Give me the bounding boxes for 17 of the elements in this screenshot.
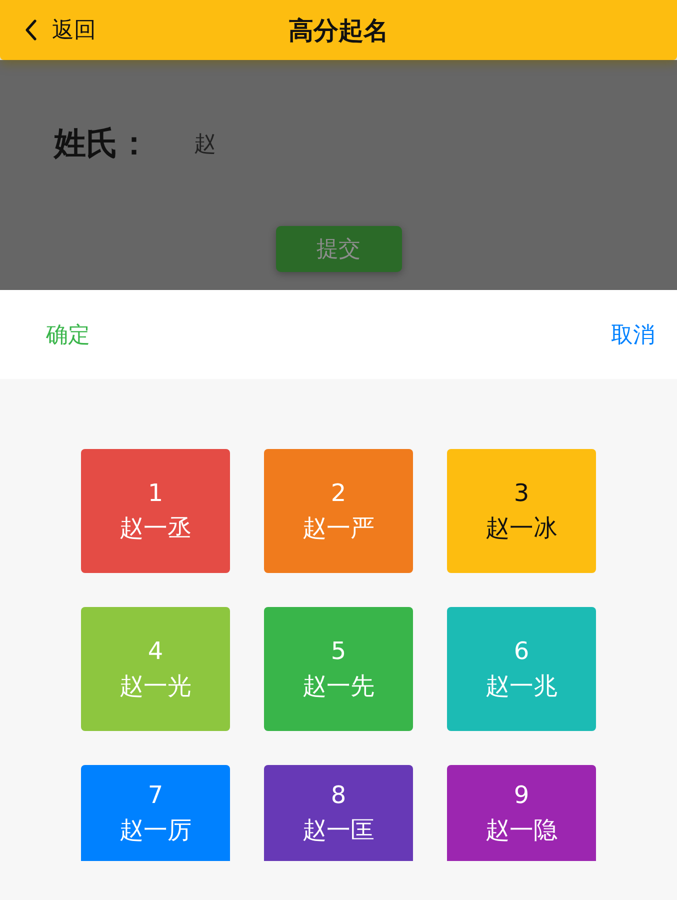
- cancel-button[interactable]: 取消: [611, 320, 655, 350]
- surname-value: 赵: [194, 131, 216, 159]
- name-option[interactable]: 1 赵一丞: [81, 449, 230, 573]
- name-option[interactable]: 7 赵一厉: [81, 765, 230, 861]
- name-option[interactable]: 4 赵一光: [81, 607, 230, 731]
- back-button[interactable]: 返回: [0, 15, 96, 45]
- name-option[interactable]: 8 赵一匡: [264, 765, 413, 861]
- name-option[interactable]: 2 赵一严: [264, 449, 413, 573]
- name-option[interactable]: 3 赵一冰: [447, 449, 596, 573]
- name-option[interactable]: 9 赵一隐: [447, 765, 596, 861]
- page-title: 高分起名: [288, 14, 388, 46]
- surname-label: 姓氏：: [54, 123, 150, 164]
- back-chevron-icon: [24, 19, 38, 41]
- name-option[interactable]: 6 赵一兆: [447, 607, 596, 731]
- name-option[interactable]: 5 赵一先: [264, 607, 413, 731]
- submit-button[interactable]: 提交: [276, 226, 402, 272]
- confirm-button[interactable]: 确定: [46, 320, 90, 350]
